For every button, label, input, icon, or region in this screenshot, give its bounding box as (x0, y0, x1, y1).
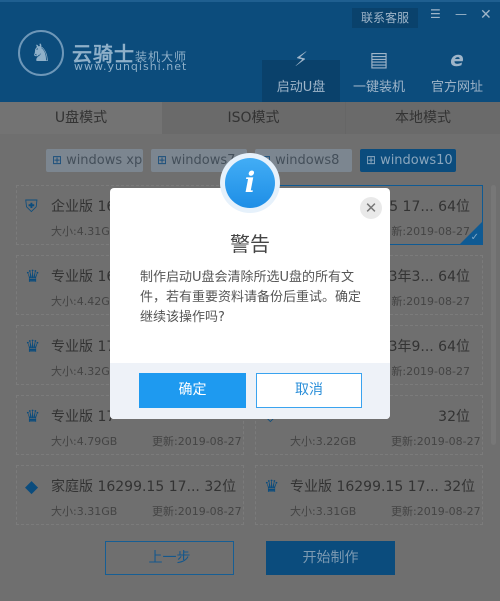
tab-iso-mode[interactable]: ISO模式 (162, 102, 345, 134)
card-name: 32位 (438, 409, 470, 425)
info-icon: i (225, 158, 275, 208)
card-update: 新:2019-08-27 (391, 365, 470, 378)
card-name: 专业版 16299.15 17... 32位 (290, 479, 476, 495)
warning-dialog: ✕ 警告 制作启动U盘会清除所选U盘的所有文件，若有重要资料请备份后重试。确定继… (110, 188, 390, 419)
nav-label: 官方网址 (430, 80, 483, 95)
card-size: 大小:3.22GB (290, 435, 357, 448)
card-name: 家庭版 16299.15 17... 32位 (51, 479, 237, 495)
crown-icon: ♛ (25, 407, 41, 427)
diamond-icon: ◆ (25, 477, 39, 497)
card-name: 专业版 17 (51, 339, 116, 355)
card-update: 新:2019-08-27 (391, 295, 470, 308)
nav-label: 启动U盘 (276, 80, 326, 95)
card-update: 更新:2019-08-27 (391, 505, 481, 518)
logo-url: www.yunqishi.net (74, 60, 188, 73)
scrollbar[interactable] (491, 185, 496, 445)
menu-icon[interactable]: ☰ (430, 7, 441, 21)
windows-logo-icon: ⊞ (157, 153, 168, 167)
os-windows-xp[interactable]: ⊞ windows xp (46, 149, 143, 172)
shield-icon: ⛨ (25, 197, 38, 217)
close-icon[interactable]: ✕ (360, 197, 382, 219)
check-icon: ✓ (470, 232, 479, 243)
crown-icon: ♛ (264, 477, 280, 497)
card-name: 企业版 16 (51, 199, 116, 215)
card-name: 5 17... 64位 (389, 199, 470, 215)
minimize-icon[interactable]: — (455, 7, 467, 21)
card-name: 3年3... 64位 (388, 269, 470, 285)
cancel-button[interactable]: 取消 (256, 373, 362, 408)
header: ♞ 云骑士装机大师 www.yunqishi.net 联系客服 ☰ — ✕ ⚡ 启… (0, 0, 500, 104)
nav-label: 一键装机 (352, 80, 405, 95)
dialog-message: 制作启动U盘会清除所选U盘的所有文件，若有重要资料请备份后重试。确定继续该操作吗… (140, 270, 362, 325)
close-window-icon[interactable]: ✕ (480, 7, 492, 23)
card-size: 大小:3.31GB (290, 505, 357, 518)
os-label: windows8 (275, 153, 340, 168)
monitor-icon: ▤ (369, 47, 389, 71)
nav-official-site[interactable]: e 官方网址 (418, 48, 496, 104)
card-size: 大小:4.31G (51, 225, 110, 238)
card-update: 更新:2019-08-27 (152, 505, 242, 518)
card-size: 大小:4.79GB (51, 435, 118, 448)
card-update: 更新:2019-08-27 (152, 435, 242, 448)
previous-step-button[interactable]: 上一步 (105, 541, 234, 575)
image-card[interactable]: ♛ 专业版 16299.15 17... 32位 大小:3.31GB 更新:2019-… (255, 465, 483, 525)
contact-support-button[interactable]: 联系客服 (352, 8, 418, 28)
card-size: 大小:4.32G (51, 365, 110, 378)
knight-logo-icon: ♞ (18, 30, 64, 76)
tab-local-mode[interactable]: 本地模式 (345, 102, 500, 134)
nav-one-click-install[interactable]: ▤ 一键装机 (340, 48, 418, 104)
windows-logo-icon: ⊞ (366, 153, 377, 167)
image-card[interactable]: ◆ 家庭版 16299.15 17... 32位 大小:3.31GB 更新:2019-… (16, 465, 244, 525)
card-update: 更新:2019-08-27 (391, 435, 481, 448)
tab-usb-mode[interactable]: U盘模式 (0, 102, 162, 134)
card-update: 新:2019-08-27 (391, 225, 470, 238)
windows-logo-icon: ⊞ (52, 153, 63, 167)
card-name: 专业版 17 (51, 409, 116, 425)
card-name: 3年9... 64位 (388, 339, 470, 355)
nav-usb-boot[interactable]: ⚡ 启动U盘 (262, 48, 340, 104)
usb-icon: ⚡ (293, 47, 309, 71)
os-label: windows10 (380, 153, 453, 168)
card-name: 专业版 16 (51, 269, 116, 285)
card-size: 大小:4.42G (51, 295, 110, 308)
ie-icon: e (450, 47, 464, 71)
start-making-button[interactable]: 开始制作 (266, 541, 395, 575)
mode-tabs: U盘模式 ISO模式 本地模式 (0, 102, 500, 134)
card-size: 大小:3.31GB (51, 505, 118, 518)
os-label: windows xp (66, 153, 143, 168)
confirm-button[interactable]: 确定 (139, 373, 246, 408)
dialog-title: 警告 (230, 232, 270, 256)
os-windows10[interactable]: ⊞ windows10 (360, 149, 456, 172)
crown-icon: ♛ (25, 337, 41, 357)
crown-icon: ♛ (25, 267, 41, 287)
